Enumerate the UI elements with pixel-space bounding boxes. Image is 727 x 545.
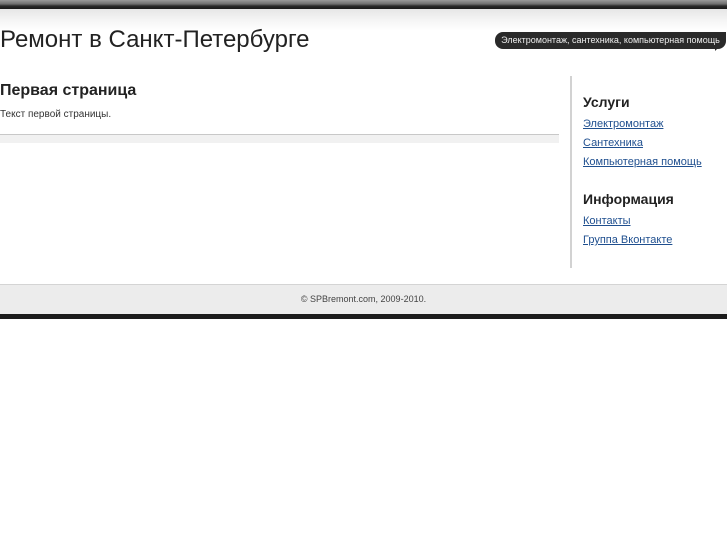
page-text: Текст первой страницы. (0, 109, 112, 120)
site-title[interactable]: Ремонт в Санкт-Петербурге (0, 25, 310, 55)
footer: © SPBremont.com, 2009-2010. (0, 284, 727, 314)
sidebar-link-electrical[interactable]: Электромонтаж (583, 118, 663, 131)
sidebar-divider (570, 76, 572, 268)
tagline-badge: Электромонтаж, сантехника, компьютерная … (495, 32, 726, 49)
sidebar-link-contacts[interactable]: Контакты (583, 215, 631, 228)
page-title: Первая страница (0, 82, 137, 99)
sidebar-heading-information: Информация (583, 191, 674, 207)
content-footer-band (0, 135, 559, 143)
top-bar (0, 0, 727, 9)
tagline-badge-tail (715, 45, 721, 51)
sidebar-link-vk-group[interactable]: Группа Вконтакте (583, 234, 672, 247)
sidebar-heading-services: Услуги (583, 94, 630, 110)
sidebar-link-computer-help[interactable]: Компьютерная помощь (583, 156, 702, 169)
bottom-bar (0, 314, 727, 319)
sidebar-link-plumbing[interactable]: Сантехника (583, 137, 643, 150)
footer-copyright: © SPBremont.com, 2009-2010. (300, 294, 427, 304)
